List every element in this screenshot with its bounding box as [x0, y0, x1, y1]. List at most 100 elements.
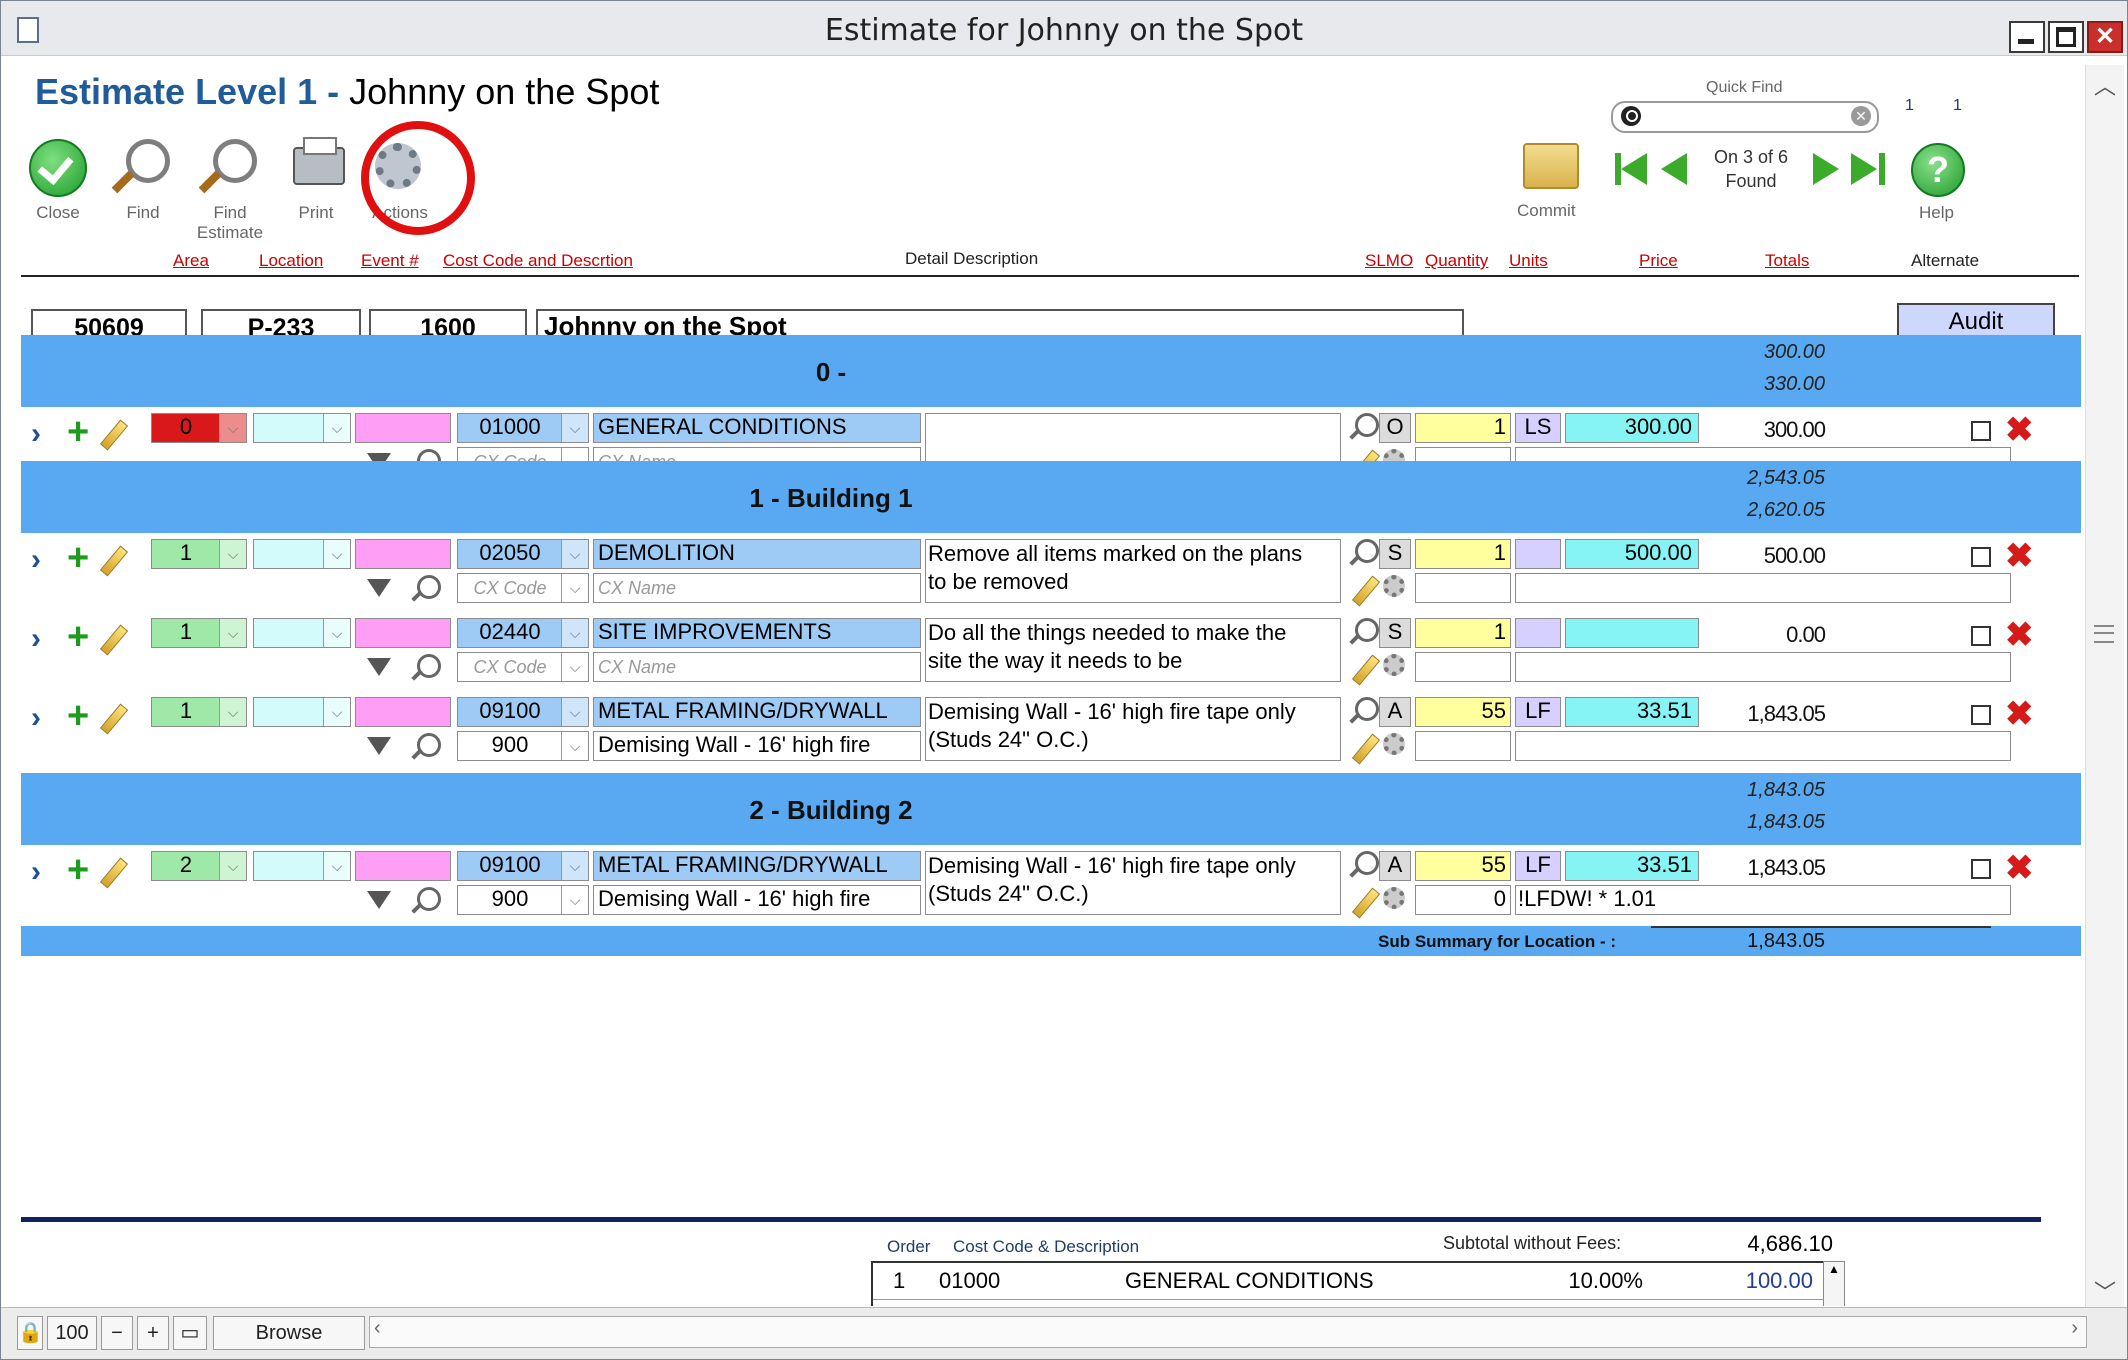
delete-icon[interactable]: ✖ [2005, 851, 2034, 885]
quantity-field[interactable]: 1 [1415, 539, 1511, 569]
slmo-field[interactable]: O [1379, 413, 1411, 443]
gear-icon[interactable] [1383, 654, 1405, 676]
find-button[interactable]: Find [98, 139, 188, 223]
chevron-down-icon[interactable]: ⌵ [561, 732, 588, 760]
chevron-down-icon[interactable]: ⌵ [323, 698, 350, 726]
next-record-icon[interactable] [1813, 153, 1839, 185]
units-field[interactable] [1515, 618, 1561, 648]
chevron-down-icon[interactable]: ⌵ [219, 540, 246, 568]
edit-pencil-icon[interactable] [1351, 887, 1381, 919]
units-field[interactable]: LF [1515, 697, 1561, 727]
maximize-button[interactable] [2048, 21, 2084, 53]
alternate-checkbox[interactable] [1971, 421, 1991, 441]
filter-icon[interactable] [367, 891, 391, 909]
event-field[interactable] [355, 539, 451, 569]
chevron-down-icon[interactable]: ⌵ [561, 886, 588, 914]
slmo-field[interactable]: A [1379, 851, 1411, 881]
cost-code-select[interactable]: 02050 ⌵ [457, 539, 589, 569]
expand-chevron-icon[interactable]: › [31, 622, 41, 656]
price-field[interactable] [1565, 618, 1699, 648]
edit-pencil-icon[interactable] [99, 419, 129, 451]
expand-chevron-icon[interactable]: › [31, 855, 41, 889]
vertical-scrollbar[interactable]: ︿ ﹀ [2085, 65, 2124, 1309]
event-field[interactable] [355, 413, 451, 443]
quick-find-input[interactable]: ✕ [1611, 101, 1879, 133]
find-estimate-button[interactable]: Find Estimate [185, 139, 275, 243]
slmo-field[interactable]: S [1379, 618, 1411, 648]
col-area[interactable]: Area [173, 251, 209, 271]
fees-portal[interactable]: 1 01000 GENERAL CONDITIONS 10.00% 100.00… [871, 1261, 1827, 1306]
add-line-icon[interactable]: + [67, 697, 89, 735]
folder-icon[interactable] [1523, 143, 1579, 189]
search-icon[interactable] [417, 887, 441, 911]
col-event[interactable]: Event # [361, 251, 419, 271]
chevron-down-icon[interactable]: ⌵ [323, 414, 350, 442]
search-icon[interactable] [417, 575, 441, 599]
expand-chevron-icon[interactable]: › [31, 417, 41, 451]
chevron-down-icon[interactable]: ⌵ [323, 852, 350, 880]
col-cost-code[interactable]: Cost Code and Descrtion [443, 251, 633, 271]
expand-chevron-icon[interactable]: › [31, 543, 41, 577]
alternate-checkbox[interactable] [1971, 859, 1991, 879]
units-field[interactable]: LF [1515, 851, 1561, 881]
chevron-down-icon[interactable]: ⌵ [561, 540, 588, 568]
scroll-down-icon[interactable]: ﹀ [2086, 1275, 2124, 1305]
alternate-checkbox[interactable] [1971, 705, 1991, 725]
secondary-quantity-field[interactable] [1415, 573, 1511, 603]
slmo-field[interactable]: S [1379, 539, 1411, 569]
formula-field[interactable] [1515, 652, 2011, 682]
chevron-down-icon[interactable]: ⌵ [323, 540, 350, 568]
scroll-grip-icon[interactable] [2094, 625, 2114, 643]
clear-icon[interactable]: ✕ [1851, 106, 1871, 126]
scroll-up-icon[interactable]: ︿ [2086, 69, 2124, 99]
quantity-field[interactable]: 55 [1415, 851, 1511, 881]
print-button[interactable]: Print [271, 137, 361, 223]
cost-code-description[interactable]: METAL FRAMING/DRYWALL [593, 851, 921, 881]
close-window-button[interactable]: ✕ [2087, 21, 2123, 53]
slmo-field[interactable]: A [1379, 697, 1411, 727]
col-slmo[interactable]: SLMO [1365, 251, 1413, 271]
location-select[interactable]: ⌵ [253, 851, 351, 881]
chevron-down-icon[interactable]: ⌵ [561, 414, 588, 442]
col-price[interactable]: Price [1639, 251, 1678, 271]
chevron-down-icon[interactable]: ⌵ [561, 574, 588, 602]
event-field[interactable] [355, 697, 451, 727]
scroll-left-icon[interactable]: ‹ [374, 1317, 381, 1340]
col-totals[interactable]: Totals [1765, 251, 1809, 271]
cost-code-description[interactable]: SITE IMPROVEMENTS [593, 618, 921, 648]
secondary-quantity-field[interactable] [1415, 731, 1511, 761]
first-record-icon[interactable] [1621, 153, 1647, 185]
cost-code-select[interactable]: 09100 ⌵ [457, 697, 589, 727]
previous-record-icon[interactable] [1661, 153, 1687, 185]
help-icon[interactable]: ? [1911, 143, 1965, 197]
price-field[interactable]: 300.00 [1565, 413, 1699, 443]
gear-icon[interactable] [1383, 575, 1405, 597]
cx-name-field[interactable]: CX Name [593, 652, 921, 682]
quantity-field[interactable]: 1 [1415, 413, 1511, 443]
lookup-icon[interactable] [1355, 413, 1379, 437]
area-select[interactable]: 1⌵ [151, 697, 247, 727]
cx-name-field[interactable]: CX NameDemising Wall - 16' high fire [593, 885, 921, 915]
location-select[interactable]: ⌵ [253, 697, 351, 727]
location-select[interactable]: ⌵ [253, 618, 351, 648]
gear-icon[interactable] [1383, 733, 1405, 755]
mode-indicator[interactable]: Browse [213, 1316, 365, 1350]
chevron-down-icon[interactable]: ⌵ [561, 619, 588, 647]
cost-code-description[interactable]: GENERAL CONDITIONS [593, 413, 921, 443]
edit-pencil-icon[interactable] [1351, 733, 1381, 765]
cx-name-field[interactable]: CX Name [593, 573, 921, 603]
horizontal-scrollbar[interactable]: ‹ › [369, 1316, 2087, 1348]
chevron-down-icon[interactable]: ⌵ [561, 852, 588, 880]
cx-code-select[interactable]: CX Code ⌵ [457, 573, 589, 603]
price-field[interactable]: 500.00 [1565, 539, 1699, 569]
search-icon[interactable] [417, 654, 441, 678]
secondary-quantity-field[interactable] [1415, 652, 1511, 682]
location-select[interactable]: ⌵ [253, 539, 351, 569]
units-field[interactable] [1515, 539, 1561, 569]
edit-pencil-icon[interactable] [1351, 575, 1381, 607]
edit-pencil-icon[interactable] [99, 857, 129, 889]
area-select[interactable]: 1⌵ [151, 618, 247, 648]
col-units[interactable]: Units [1509, 251, 1548, 271]
alternate-checkbox[interactable] [1971, 547, 1991, 567]
chevron-down-icon[interactable]: ⌵ [219, 619, 246, 647]
